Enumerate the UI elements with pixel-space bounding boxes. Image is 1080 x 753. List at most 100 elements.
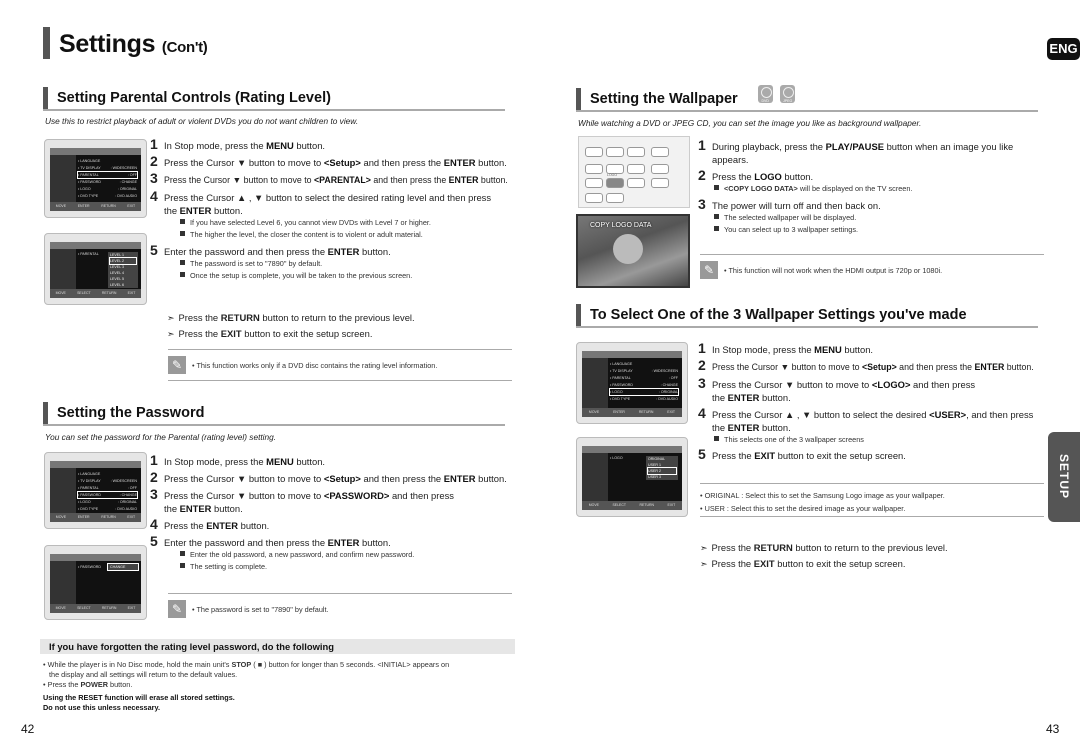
text: RETURN	[101, 515, 116, 519]
text: the	[712, 392, 728, 403]
text: Press the Cursor ▼ button to move to	[164, 473, 324, 484]
text: RETURN	[101, 204, 116, 208]
text: RETURN	[101, 606, 117, 610]
title-accent-bar	[43, 27, 50, 59]
decoration: • DVD TYPE : DVD AUDIO	[78, 506, 137, 512]
text: RETURN	[639, 503, 655, 507]
remote-button	[651, 178, 669, 188]
text: button.	[359, 246, 391, 257]
text: : ORIGINAL	[658, 390, 678, 394]
text: ENTER	[179, 503, 212, 514]
decoration	[50, 561, 76, 604]
text: will be displayed on the TV screen.	[797, 184, 913, 193]
text: EXIT	[667, 503, 676, 507]
text: • LOGO	[78, 500, 91, 504]
text: • PASSWORD	[78, 493, 101, 497]
text: button.	[238, 520, 270, 531]
decoration	[180, 231, 185, 236]
note-text: • This function will not work when the H…	[724, 265, 943, 275]
text: JPEG	[783, 98, 793, 103]
text: STOP	[231, 660, 252, 669]
text: 2	[150, 469, 158, 485]
text: button.	[759, 422, 791, 433]
decoration: MOVE SELECT RETURN EXIT	[582, 501, 682, 510]
text: The selected wallpaper will be displayed…	[724, 213, 857, 222]
text: LOGO	[754, 171, 782, 182]
text: If you have selected Level 6, you cannot…	[190, 218, 431, 227]
decoration: • PASSWORD: CHANGE	[78, 179, 137, 185]
decoration	[180, 272, 185, 277]
decoration	[714, 214, 719, 219]
text: In Stop mode, press the	[164, 456, 267, 467]
text: RETURN	[638, 410, 654, 414]
text: ENTER	[974, 362, 1005, 372]
info-original: • ORIGINAL : Select this to set the Sams…	[700, 491, 945, 500]
decoration: • PARENTAL LEVEL 1 LEVEL 2 LEVEL 3 LEVEL…	[50, 242, 141, 298]
text: USER 3	[648, 475, 661, 479]
remote-button	[627, 164, 645, 174]
text: ( ■ ) button for longer than 5 seconds. …	[251, 660, 450, 669]
text: button.	[1004, 362, 1034, 372]
reset-warning: Using the RESET function will erase all …	[43, 693, 235, 702]
text: <COPY LOGO DATA>	[724, 184, 798, 193]
menu-header	[50, 148, 141, 155]
text: and then press the	[370, 175, 449, 185]
bullet: You can select up to 3 wallpaper setting…	[698, 224, 1048, 236]
text: <PARENTAL>	[314, 175, 371, 185]
text: 5	[150, 242, 158, 258]
remote-logo-button	[606, 178, 624, 188]
setup-side-tab: SETUP	[1048, 432, 1080, 522]
text: 3	[698, 375, 706, 391]
text: MOVE	[588, 503, 600, 507]
text: 2	[150, 153, 158, 169]
text: ENTER	[327, 246, 360, 257]
bullet: This selects one of the 3 wallpaper scre…	[698, 434, 1048, 446]
text: and then press	[389, 490, 454, 501]
parental-note: ✎ • This function works only if a DVD di…	[168, 349, 512, 381]
text: • DVD TYPE	[78, 507, 99, 511]
section-accent-bar	[576, 88, 581, 110]
decoration: • LOGO: ORIGINAL	[78, 186, 137, 192]
text: MOVE	[55, 291, 66, 295]
decoration: • PARENTAL: OFF	[78, 485, 137, 491]
decoration: • PASSWORD: CHANGE	[610, 382, 678, 388]
text: button to exit the setup screen.	[241, 328, 373, 339]
tv-parental-level-screenshot: • PARENTAL LEVEL 1 LEVEL 2 LEVEL 3 LEVEL…	[44, 233, 147, 305]
arrow-icon: ➣	[167, 313, 175, 323]
text: appears.	[712, 154, 749, 165]
bullet: The higher the level, the closer the con…	[150, 229, 520, 241]
text: ENTER	[727, 422, 760, 433]
logo-option-list: ORIGINAL USER 1 USER 2 USER 3	[646, 456, 678, 480]
tv-menu-screenshot: • LANGUAGE • TV DISPLAY: WIDESCREEN • PA…	[576, 342, 688, 424]
text: Press the Cursor ▼ button to move to	[164, 157, 324, 168]
text: This selects one of the 3 wallpaper scre…	[724, 435, 864, 444]
text: Press the	[711, 542, 754, 553]
text: : DVD AUDIO	[115, 507, 137, 511]
text: MOVE	[55, 204, 67, 208]
arrow-icon: ➣	[167, 329, 175, 339]
menu-row-label: • TV DISPLAY	[78, 166, 101, 170]
tip-exit: ➣ Press the EXIT button to exit the setup…	[700, 556, 948, 572]
text: • TV DISPLAY	[78, 479, 101, 483]
text: ENTER	[179, 205, 212, 216]
text: EXIT	[127, 606, 136, 610]
wallpaper-intro: While watching a DVD or JPEG CD, you can…	[578, 118, 922, 128]
text: 4	[698, 405, 706, 421]
decoration: • LANGUAGE • TV DISPLAY: WIDESCREEN • PA…	[50, 461, 141, 522]
tv-password-screenshot: • PASSWORD CHANGE MOVE SELECT RETURN EXIT	[44, 545, 147, 620]
step-1: 1 In Stop mode, press the MENU button.	[698, 341, 1048, 356]
menu-row-value: : WIDESCREEN	[110, 166, 137, 170]
menu-row-value: : DVD AUDIO	[115, 194, 137, 198]
step-2: 2 Press the Cursor ▼ button to move to <S…	[150, 153, 520, 169]
password-heading: Setting the Password	[57, 405, 205, 421]
text: SELECT	[612, 503, 627, 507]
text: button.	[359, 537, 391, 548]
text: <PASSWORD>	[323, 490, 390, 501]
decoration	[50, 468, 76, 513]
tip-exit: ➣ Press the EXIT button to exit the setup…	[167, 326, 415, 342]
text: button when an image you like	[883, 141, 1014, 152]
text: The higher the level, the closer the con…	[190, 230, 423, 239]
text: and then press the	[896, 362, 975, 372]
step-4: 4 Press the Cursor ▲ , ▼ button to select…	[150, 189, 520, 217]
text: DVD	[761, 98, 769, 103]
